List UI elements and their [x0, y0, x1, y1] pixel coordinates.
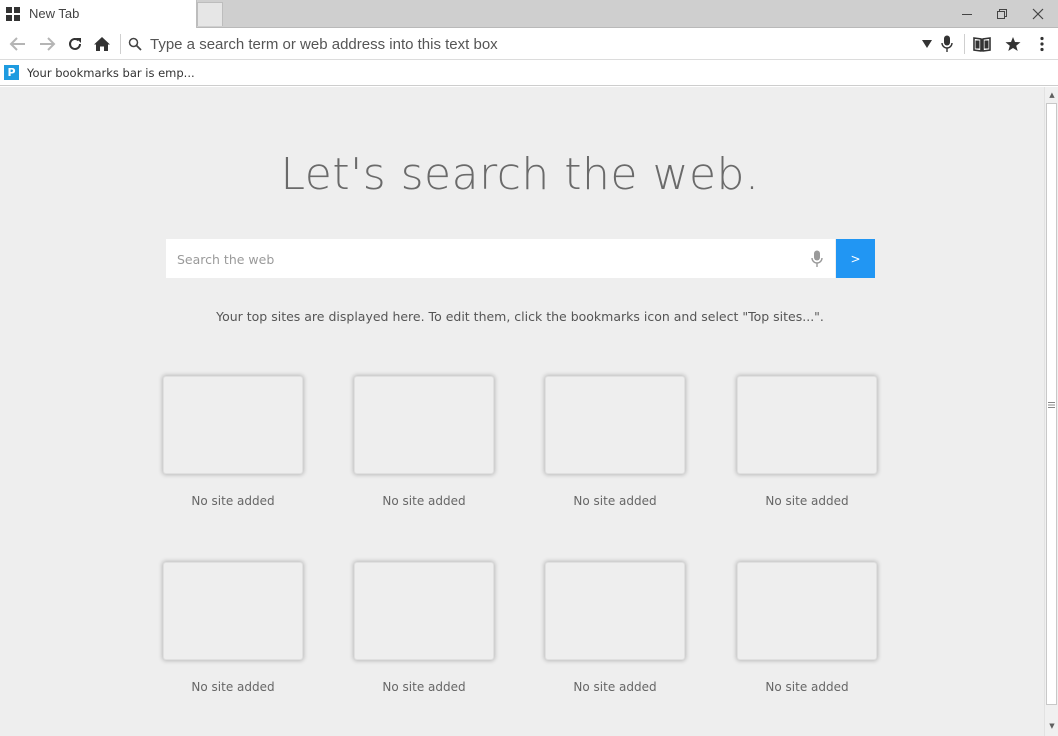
- reload-button[interactable]: [65, 34, 85, 54]
- back-button[interactable]: [8, 34, 28, 54]
- reload-icon: [69, 37, 81, 50]
- browser-logo-icon[interactable]: P: [4, 65, 19, 80]
- star-icon: [1005, 37, 1021, 51]
- title-bar: New Tab: [0, 0, 1058, 28]
- top-site-label: No site added: [573, 680, 657, 694]
- top-site-tile[interactable]: [354, 376, 494, 474]
- new-tab-page: Let's search the web. > Your top sites a…: [0, 87, 1044, 736]
- menu-button[interactable]: [1032, 34, 1052, 54]
- bookmarks-button[interactable]: [972, 34, 992, 54]
- close-icon: [1032, 8, 1044, 20]
- scroll-down-arrow-icon[interactable]: ▼: [1047, 721, 1057, 731]
- home-button[interactable]: [92, 34, 112, 54]
- top-site-label: No site added: [573, 494, 657, 508]
- top-sites-hint: Your top sites are displayed here. To ed…: [216, 309, 824, 324]
- bookmarks-bar-empty-text: Your bookmarks bar is emp...: [27, 66, 195, 80]
- address-bar-input[interactable]: [150, 32, 910, 56]
- top-site-label: No site added: [382, 680, 466, 694]
- bookmark-star-button[interactable]: [1003, 34, 1023, 54]
- grip-icon: [1048, 402, 1055, 408]
- forward-button[interactable]: [37, 34, 57, 54]
- search-go-button[interactable]: >: [836, 239, 875, 278]
- tab-title: New Tab: [29, 6, 80, 21]
- apps-grid-icon[interactable]: [6, 7, 20, 21]
- toolbar-separator: [120, 34, 121, 54]
- top-site-label: No site added: [765, 680, 849, 694]
- top-site-label: No site added: [382, 494, 466, 508]
- top-site-label: No site added: [191, 680, 275, 694]
- top-site-tile[interactable]: [163, 562, 303, 660]
- voice-search-button[interactable]: [937, 34, 957, 54]
- back-arrow-icon: [9, 37, 25, 51]
- address-search-icon-wrap: [125, 34, 145, 54]
- scrollbar-thumb[interactable]: [1046, 103, 1057, 705]
- new-tab-button[interactable]: [197, 2, 223, 26]
- toolbar-separator: [964, 34, 965, 54]
- page-heading: Let's search the web.: [280, 149, 760, 200]
- address-dropdown-button[interactable]: [917, 34, 937, 54]
- book-icon: [973, 37, 991, 52]
- scroll-up-arrow-icon[interactable]: ▲: [1047, 90, 1057, 100]
- microphone-icon[interactable]: [811, 250, 823, 268]
- web-search-box: [166, 239, 835, 278]
- home-icon: [94, 37, 110, 51]
- top-site-label: No site added: [765, 494, 849, 508]
- top-site-tile[interactable]: [545, 376, 685, 474]
- more-vertical-icon: [1040, 36, 1044, 52]
- search-icon: [128, 37, 142, 51]
- close-button[interactable]: [1021, 0, 1055, 28]
- forward-arrow-icon: [40, 37, 56, 51]
- web-search-input[interactable]: [177, 247, 797, 271]
- top-site-label: No site added: [191, 494, 275, 508]
- bookmarks-bar: P Your bookmarks bar is emp...: [0, 61, 1058, 86]
- top-site-tile[interactable]: [545, 562, 685, 660]
- minimize-button[interactable]: [950, 0, 984, 28]
- dropdown-triangle-icon: [922, 40, 932, 48]
- microphone-icon: [941, 35, 953, 52]
- tab-new-tab[interactable]: New Tab: [0, 0, 197, 28]
- top-site-tile[interactable]: [163, 376, 303, 474]
- minimize-icon: [962, 14, 972, 15]
- vertical-scrollbar[interactable]: ▲ ▼: [1044, 87, 1058, 736]
- top-site-tile[interactable]: [354, 562, 494, 660]
- top-site-tile[interactable]: [737, 562, 877, 660]
- top-site-tile[interactable]: [737, 376, 877, 474]
- restore-icon: [997, 9, 1007, 19]
- navigation-toolbar: [0, 28, 1058, 60]
- restore-button[interactable]: [985, 0, 1019, 28]
